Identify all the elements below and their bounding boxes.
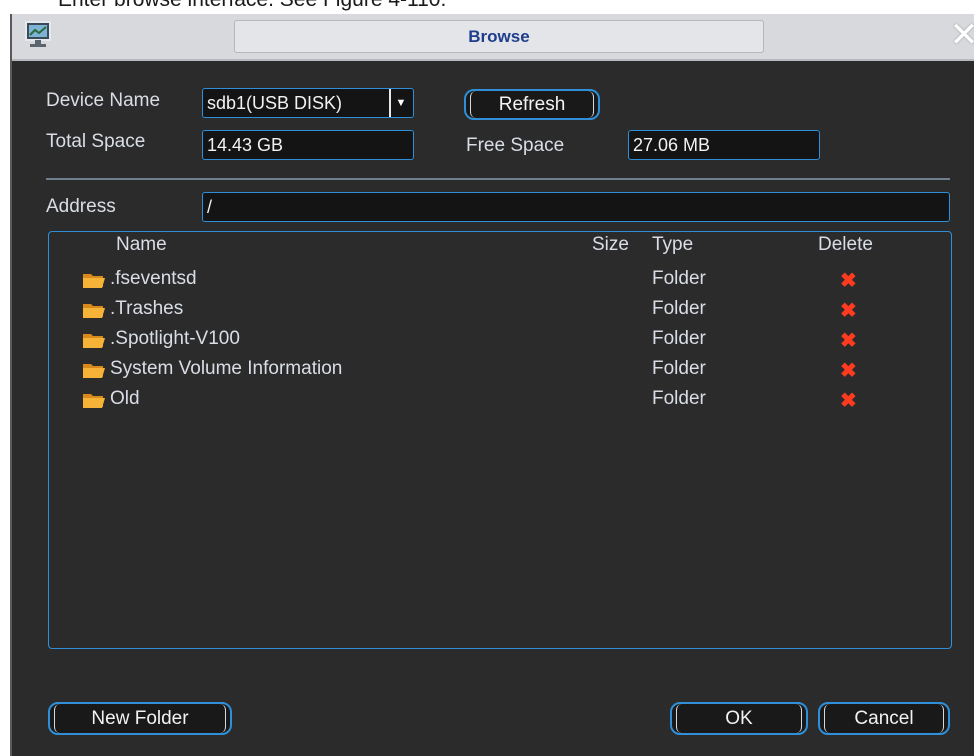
folder-icon — [82, 271, 106, 289]
delete-x-icon[interactable]: ✖ — [840, 390, 857, 412]
folder-icon — [82, 301, 106, 319]
folder-icon — [82, 391, 106, 409]
total-space-field: 14.43 GB — [202, 130, 414, 160]
column-header-delete[interactable]: Delete — [818, 232, 873, 258]
divider — [46, 178, 950, 180]
figure-caption: Enter browse interface. See Figure 4-110… — [58, 0, 446, 14]
free-space-label: Free Space — [466, 135, 565, 156]
delete-x-icon[interactable]: ✖ — [840, 270, 857, 292]
file-name: Old — [110, 388, 140, 409]
file-name: .Trashes — [110, 298, 184, 319]
column-header-name[interactable]: Name — [116, 232, 167, 258]
address-field[interactable]: / — [202, 192, 950, 222]
folder-icon — [82, 361, 106, 379]
device-name-select[interactable]: sdb1(USB DISK) ▼ — [202, 88, 414, 118]
device-name-value: sdb1(USB DISK) — [207, 93, 343, 113]
delete-x-icon[interactable]: ✖ — [840, 330, 857, 352]
table-row[interactable]: .Spotlight-V100 Folder ✖ — [52, 326, 948, 352]
file-name: .fseventsd — [110, 268, 197, 289]
window-title: Browse — [234, 20, 764, 53]
ok-button[interactable]: OK — [670, 702, 808, 735]
file-name: .Spotlight-V100 — [110, 328, 240, 349]
file-type: Folder — [652, 358, 706, 379]
refresh-button[interactable]: Refresh — [464, 89, 600, 120]
table-row[interactable]: .fseventsd Folder ✖ — [52, 266, 948, 292]
chevron-down-icon[interactable]: ▼ — [392, 89, 410, 117]
new-folder-button[interactable]: New Folder — [48, 702, 232, 735]
free-space-field: 27.06 MB — [628, 130, 820, 160]
file-type: Folder — [652, 298, 706, 319]
title-bar[interactable]: Browse ✕ — [12, 14, 974, 61]
file-list[interactable] — [48, 231, 952, 649]
column-header-size[interactable]: Size — [592, 232, 629, 258]
delete-x-icon[interactable]: ✖ — [840, 360, 857, 382]
select-divider — [389, 89, 391, 117]
device-name-label: Device Name — [46, 90, 161, 111]
address-label: Address — [46, 196, 116, 217]
file-name: System Volume Information — [110, 358, 343, 379]
file-type: Folder — [652, 328, 706, 349]
browse-dialog: Browse ✕ Device Name sdb1(USB DISK) ▼ Re… — [10, 14, 974, 756]
cancel-button[interactable]: Cancel — [818, 702, 950, 735]
monitor-icon — [25, 21, 51, 47]
delete-x-icon[interactable]: ✖ — [840, 300, 857, 322]
file-type: Folder — [652, 388, 706, 409]
table-row[interactable]: .Trashes Folder ✖ — [52, 296, 948, 322]
folder-icon — [82, 331, 106, 349]
table-row[interactable]: Old Folder ✖ — [52, 386, 948, 412]
file-type: Folder — [652, 268, 706, 289]
close-icon[interactable]: ✕ — [949, 16, 974, 54]
table-row[interactable]: System Volume Information Folder ✖ — [52, 356, 948, 382]
column-header-type[interactable]: Type — [652, 232, 693, 258]
total-space-label: Total Space — [46, 131, 146, 152]
